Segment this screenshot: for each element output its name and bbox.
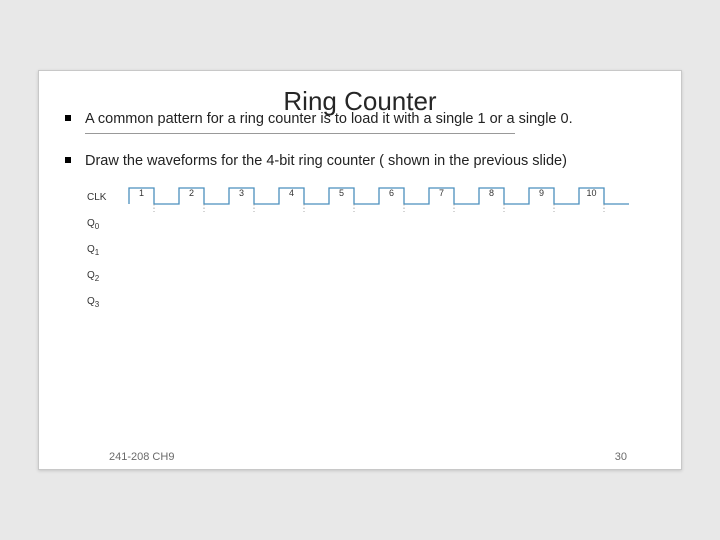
- footer-right: 30: [615, 451, 627, 463]
- title-underline: [85, 133, 515, 134]
- svg-text:8: 8: [489, 188, 494, 198]
- bullet-list: A common pattern for a ring counter is t…: [63, 110, 657, 172]
- svg-text:10: 10: [586, 188, 596, 198]
- q2-label: Q2: [87, 264, 121, 283]
- svg-text:6: 6: [389, 188, 394, 198]
- clk-waveform: 1 2 3 4 5 6 7 8 9 10: [121, 186, 637, 212]
- bullet-2: Draw the waveforms for the 4-bit ring co…: [63, 152, 657, 172]
- slide-footer: 241-208 CH9 30: [39, 451, 681, 463]
- q2-row: Q2: [87, 264, 637, 290]
- svg-text:9: 9: [539, 188, 544, 198]
- svg-text:3: 3: [239, 188, 244, 198]
- q3-label: Q3: [87, 290, 121, 309]
- clk-row: CLK 1 2 3 4 5 6 7 8 9 10: [87, 186, 637, 212]
- footer-left: 241-208 CH9: [109, 451, 174, 463]
- q3-row: Q3: [87, 290, 637, 316]
- q1-row: Q1: [87, 238, 637, 264]
- svg-text:2: 2: [189, 188, 194, 198]
- q0-label: Q0: [87, 212, 121, 231]
- clk-label: CLK: [87, 186, 121, 203]
- slide: Ring Counter A common pattern for a ring…: [38, 70, 682, 470]
- q0-row: Q0: [87, 212, 637, 238]
- waveform-area: CLK 1 2 3 4 5 6 7 8 9 10 Q0 Q1 Q2 Q3: [87, 186, 637, 336]
- bullet-1: A common pattern for a ring counter is t…: [63, 110, 657, 130]
- svg-text:4: 4: [289, 188, 294, 198]
- svg-text:5: 5: [339, 188, 344, 198]
- q1-label: Q1: [87, 238, 121, 257]
- svg-text:7: 7: [439, 188, 444, 198]
- svg-text:1: 1: [139, 188, 144, 198]
